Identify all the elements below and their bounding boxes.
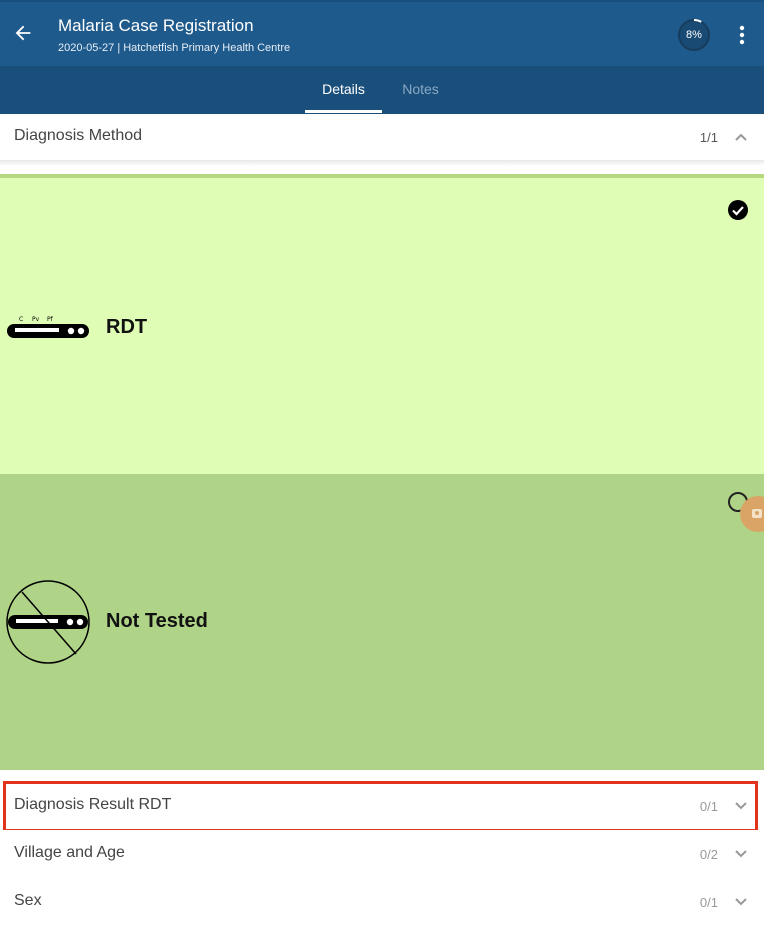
active-tab-indicator xyxy=(305,110,382,113)
section-diagnosis-method[interactable]: Diagnosis Method 1/1 xyxy=(0,114,764,160)
section-village-and-age[interactable]: Village and Age 0/2 xyxy=(0,830,764,878)
section-title: Diagnosis Method xyxy=(14,127,143,144)
progress-indicator: 8% xyxy=(677,18,711,52)
section-title: Village and Age xyxy=(14,844,125,861)
section-divider xyxy=(0,160,764,166)
page-title: Malaria Case Registration xyxy=(58,16,254,35)
section-count: 0/2 xyxy=(699,847,718,862)
camera-icon xyxy=(752,509,762,518)
tab-details[interactable]: Details xyxy=(305,66,382,114)
progress-label: 8% xyxy=(686,29,702,41)
section-sex[interactable]: Sex 0/1 xyxy=(0,878,764,925)
chevron-down-icon xyxy=(735,850,747,858)
tab-bar: Details Notes xyxy=(0,66,764,114)
chevron-down-icon xyxy=(735,898,747,906)
section-count: 0/1 xyxy=(699,895,718,910)
option-rdt[interactable]: C Pv Pf RDT xyxy=(0,174,764,474)
section-count: 0/1 xyxy=(699,799,718,814)
arrow-back-icon xyxy=(15,25,31,41)
section-count: 1/1 xyxy=(699,130,718,145)
section-title: Sex xyxy=(14,892,42,909)
section-diagnosis-result-rdt[interactable]: Diagnosis Result RDT 0/1 xyxy=(0,782,764,830)
page-subtitle: 2020-05-27 | Hatchetfish Primary Health … xyxy=(58,42,291,54)
more-options-button[interactable] xyxy=(727,20,757,50)
option-not-tested[interactable]: Not Tested xyxy=(0,474,764,770)
strip-label-c: C xyxy=(19,316,23,323)
option-label: RDT xyxy=(106,316,148,338)
chevron-up-icon xyxy=(735,133,747,141)
checkmark-circle-icon xyxy=(728,200,748,220)
chevron-down-icon xyxy=(735,802,747,810)
rdt-test-strip-icon: C Pv Pf xyxy=(7,316,89,338)
back-button[interactable] xyxy=(6,16,40,50)
tab-notes[interactable]: Notes xyxy=(382,66,459,114)
strip-label-pv: Pv xyxy=(32,316,40,323)
strip-label-pf: Pf xyxy=(47,316,54,323)
not-tested-icon xyxy=(6,580,90,664)
option-label: Not Tested xyxy=(106,610,208,632)
section-title: Diagnosis Result RDT xyxy=(14,796,172,813)
app-bar: Malaria Case Registration 2020-05-27 | H… xyxy=(0,0,764,66)
more-vertical-icon xyxy=(739,25,745,45)
